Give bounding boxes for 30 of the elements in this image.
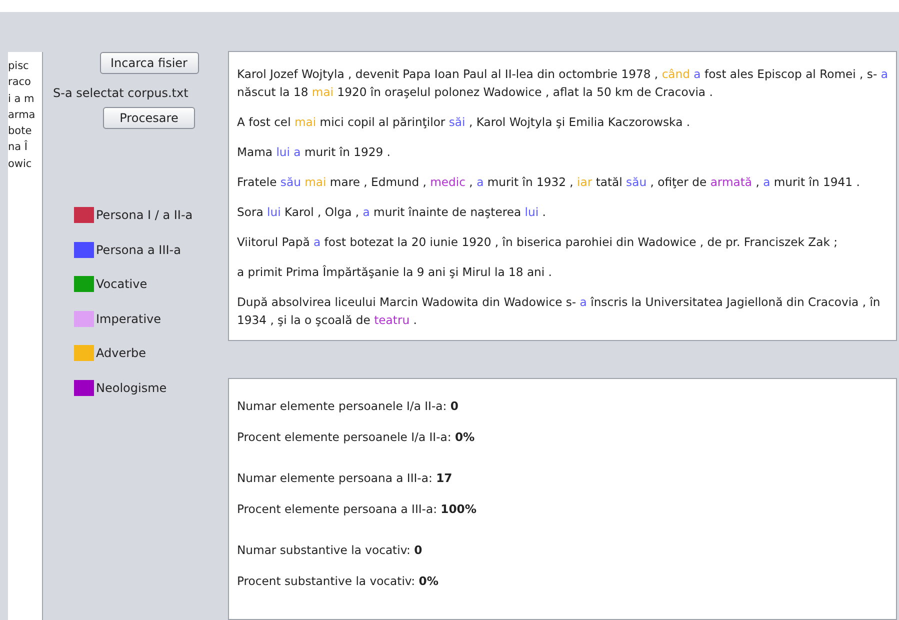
stat-line: Numar elemente persoanele I/a II-a: 0	[237, 399, 460, 414]
text-line: i a m	[8, 92, 34, 107]
legend-label: Persona I / a II-a	[96, 207, 193, 224]
paragraph: a primit Prima Împărtăşanie la 9 ani şi Mirul la 18 ani .	[237, 264, 553, 281]
process-button[interactable]: Procesare	[102, 107, 196, 129]
text-line: arma	[8, 108, 36, 123]
paragraph: Karol Jozef Wojtyla , devenit Papa Ioan Paul al II-lea din octombrie 1978 , când a fost ales Episcop al Romei , s- a născut la 18 mai 1920 în oraşelul polonez Wadowice , aflat la 50 km de Cracovia .	[237, 66, 888, 101]
stat-line: Procent substantive la vocativ: 0%	[237, 574, 440, 589]
paragraph: Mama lui a murit în 1929 .	[237, 144, 392, 161]
stat-line: Numar substantive la vocativ: 0	[237, 543, 424, 558]
text-line: owic	[8, 156, 32, 172]
stat-line: Procent elemente persoana a III-a: 100%	[237, 502, 478, 517]
text-line: bote	[8, 124, 32, 140]
legend-label: Vocative	[96, 276, 148, 293]
text-line: pisc	[8, 59, 29, 74]
text-line: na Î	[8, 139, 28, 156]
text-line: raco	[8, 75, 31, 90]
load-file-button[interactable]: Incarca fisier	[100, 52, 198, 74]
stat-line: Procent elemente persoanele I/a II-a: 0%	[237, 430, 476, 445]
legend-label: Persona a III-a	[96, 242, 181, 258]
legend-label: Imperative	[96, 310, 162, 328]
paragraph: Sora lui Karol , Olga , a murit înainte de naşterea lui .	[237, 204, 547, 221]
paragraph: După absolvirea liceului Marcin Wadowita din Wadowice s- a înscris la Universitatea Jagiellonă din Cracovia , în 1934 , şi la o şcoală de teatru .	[237, 294, 882, 329]
paragraph: Viitorul Papă a fost botezat la 20 iunie 1920 , în biserica parohiei din Wadowice , de pr. Franciszek Zak ;	[237, 234, 839, 251]
selected-file-label: S-a selectat corpus.txt	[53, 85, 190, 102]
paragraph: A fost cel mai mici copil al părinţilor săi , Karol Wojtyla şi Emilia Kaczorowska .	[237, 114, 692, 131]
legend-label: Adverbe	[96, 345, 146, 362]
stat-line: Numar elemente persoana a III-a: 17	[237, 471, 454, 486]
paragraph: Fratele său mai mare , Edmund , medic , a murit în 1932 , iar tatăl său , ofiţer de armată , a murit în 1941 .	[237, 174, 861, 191]
legend-label: Neologisme	[96, 380, 167, 396]
